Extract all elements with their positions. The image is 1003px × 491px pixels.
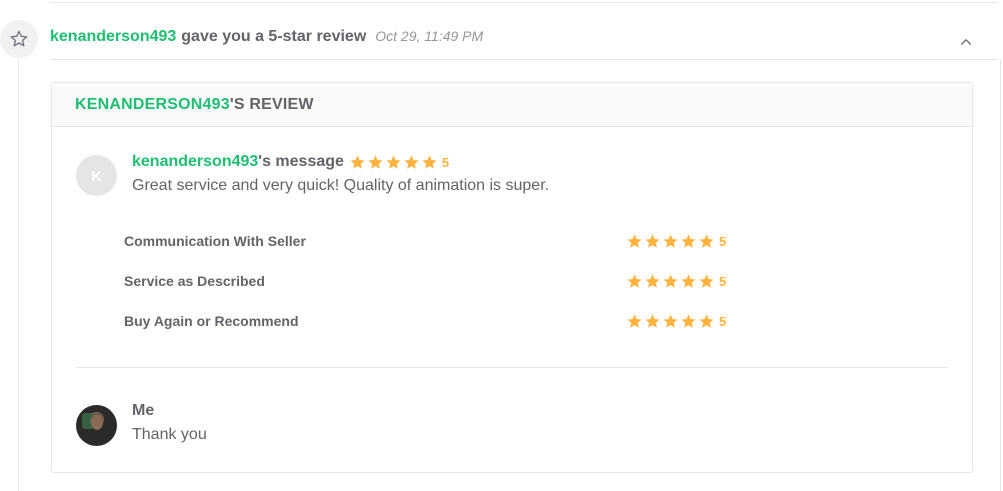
star-icon [681,273,696,288]
overall-rating-value: 5 [441,154,450,170]
review-title-user[interactable]: KENANDERSON493 [75,96,230,114]
star-icon [681,233,696,248]
review-message-suffix: 's message [258,153,344,170]
review-message-text: Great service and very quick! Quality of… [132,177,550,194]
review-message-title: kenanderson493 's message 5 [132,153,449,171]
star-icon [663,233,678,248]
star-icon [386,154,401,169]
rating-row-communication: Communication With Seller 5 [124,231,972,251]
event-timestamp: Oct 29, 11:49 PM [375,28,484,44]
reviewer-avatar[interactable]: K [76,155,117,196]
star-icon [663,273,678,288]
collapse-button[interactable] [957,33,975,51]
review-card: KENANDERSON493 'S REVIEW K kenanderson49… [51,82,973,473]
my-avatar[interactable] [76,405,117,446]
reply-divider [76,367,948,368]
event-action-text: gave you a 5-star review [181,28,367,45]
review-title-suffix: 'S REVIEW [229,95,314,113]
star-icon [645,313,660,328]
rating-stars: 5 [626,313,726,330]
star-icon [699,273,714,288]
star-icon [350,154,365,169]
star-icon [627,273,642,288]
overall-star-rating: 5 [349,154,449,171]
event-username-link[interactable]: kenanderson493 [50,28,176,46]
star-icon [681,313,696,328]
star-icon [368,154,383,169]
rating-row-service: Service as Described 5 [124,271,972,291]
star-outline-icon-glyph [10,30,28,47]
event-header: kenanderson493 gave you a 5-star review … [50,28,483,48]
rating-label: Service as Described [124,273,265,289]
review-message-username[interactable]: kenanderson493 [132,153,258,171]
star-icon [627,313,642,328]
star-icon [404,154,419,169]
star-icon [699,313,714,328]
rating-stars: 5 [626,233,726,250]
rating-value: 5 [719,233,727,249]
reply-author: Me [132,402,155,419]
chevron-up-icon [960,39,972,45]
rating-stars: 5 [626,273,726,290]
rating-label: Buy Again or Recommend [124,313,299,329]
rating-value: 5 [719,313,727,329]
header-divider [50,59,997,60]
star-icon [422,154,437,169]
right-border [1000,60,1001,491]
timeline-line [18,58,19,491]
reviewer-avatar-letter: K [91,167,102,184]
reply-text: Thank you [132,426,207,443]
star-icon [627,233,642,248]
star-icon [663,313,678,328]
avatar-face-detail [91,415,103,430]
star-icon [699,233,714,248]
review-card-header: KENANDERSON493 'S REVIEW [52,83,972,127]
star-icon [645,273,660,288]
star-icon [645,233,660,248]
rating-label: Communication With Seller [124,233,306,249]
rating-row-buy-again: Buy Again or Recommend 5 [124,311,972,331]
star-outline-icon [0,20,38,58]
rating-value: 5 [719,273,727,289]
top-divider [50,2,997,3]
